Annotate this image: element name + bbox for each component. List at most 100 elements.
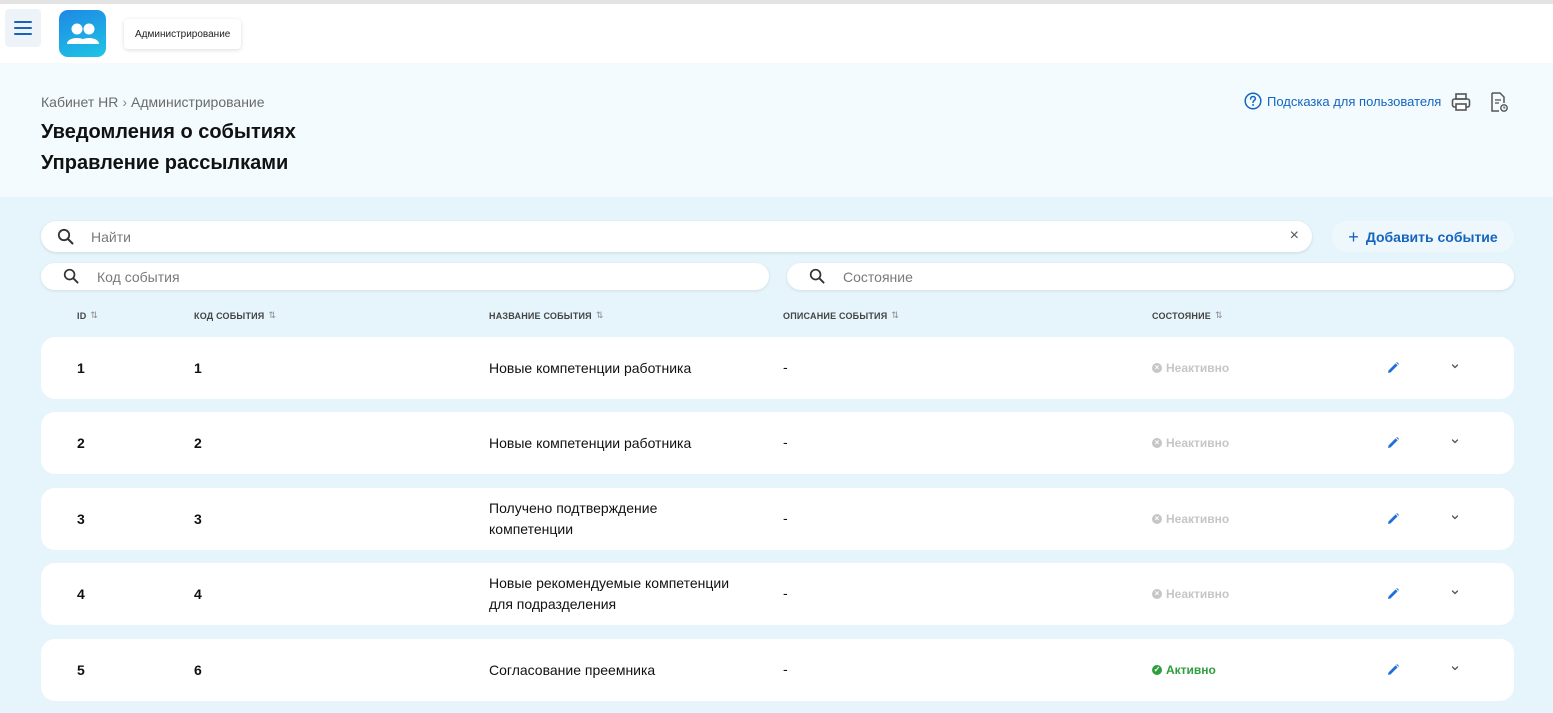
status-label: Неактивно: [1166, 361, 1230, 375]
sort-icon: ⇅: [891, 310, 900, 320]
row-event-name-line: Получено подтверждение: [489, 500, 658, 516]
row-id: 3: [77, 511, 85, 527]
column-header-label: ID: [77, 310, 87, 321]
sort-icon: ⇅: [90, 310, 99, 320]
status-label: Неактивно: [1166, 512, 1230, 526]
row-id: 1: [77, 360, 85, 376]
status-label: Активно: [1166, 663, 1216, 677]
edit-pencil-icon[interactable]: [1386, 512, 1400, 526]
search-icon: [809, 268, 825, 284]
cross-circle-icon: ×: [1152, 514, 1162, 524]
row-event-name-line: для подразделения: [489, 596, 617, 612]
chevron-down-icon[interactable]: [1449, 435, 1461, 447]
check-circle-icon: ✓: [1152, 665, 1162, 675]
search-icon: [63, 268, 79, 284]
page-subtitle: Управление рассылками: [41, 152, 289, 174]
table-row[interactable]: 5 6 Согласование преемника - ✓ Активно: [41, 639, 1514, 701]
status-badge: ✓ Активно: [1152, 663, 1216, 677]
breadcrumb-item-administration[interactable]: Администрирование: [131, 94, 265, 110]
row-event-code: 4: [194, 586, 202, 602]
row-event-description: -: [783, 585, 788, 601]
column-header-event-name[interactable]: НАЗВАНИЕ СОБЫТИЯ ⇅: [489, 310, 604, 321]
row-event-name: Новые компетенции работника: [489, 433, 769, 454]
hamburger-menu-icon[interactable]: [5, 9, 41, 47]
question-circle-icon: [1244, 92, 1262, 110]
status-badge: × Неактивно: [1152, 587, 1229, 601]
row-event-description: -: [783, 359, 788, 375]
add-event-button[interactable]: + Добавить событие: [1332, 221, 1514, 252]
row-event-code: 2: [194, 435, 202, 451]
app-logo-users-icon[interactable]: [59, 10, 106, 57]
row-id: 5: [77, 662, 85, 678]
status-badge: × Неактивно: [1152, 361, 1229, 375]
status-badge: × Неактивно: [1152, 436, 1229, 450]
column-header-id[interactable]: ID ⇅: [77, 310, 98, 321]
chevron-down-icon[interactable]: [1449, 360, 1461, 372]
sort-icon: ⇅: [268, 310, 277, 320]
cross-circle-icon: ×: [1152, 438, 1162, 448]
edit-pencil-icon[interactable]: [1386, 436, 1400, 450]
row-event-name-line: Новые рекомендуемые компетенции: [489, 575, 730, 591]
row-event-name-line: Новые компетенции работника: [489, 360, 692, 376]
page-title: Уведомления о событиях: [41, 121, 296, 143]
breadcrumb: Кабинет HR › Администрирование: [41, 94, 265, 110]
event-code-input[interactable]: [97, 263, 697, 290]
plus-icon: +: [1348, 226, 1359, 247]
column-header-label: СОСТОЯНИЕ: [1152, 310, 1211, 321]
row-event-name-line: Новые компетенции работника: [489, 435, 692, 451]
edit-pencil-icon[interactable]: [1386, 587, 1400, 601]
state-input[interactable]: [843, 263, 1443, 290]
user-help-link[interactable]: Подсказка для пользователя: [1244, 92, 1441, 110]
breadcrumb-item-hr-cabinet[interactable]: Кабинет HR: [41, 94, 118, 110]
chevron-down-icon[interactable]: [1449, 662, 1461, 674]
state-filter: [787, 263, 1514, 290]
row-event-name-line: компетенции: [489, 521, 574, 537]
row-event-name-line: Согласование преемника: [489, 662, 656, 678]
chevron-down-icon[interactable]: [1449, 511, 1461, 523]
cross-circle-icon: ×: [1152, 363, 1162, 373]
user-help-label: Подсказка для пользователя: [1267, 93, 1442, 109]
table-row[interactable]: 4 4 Новые рекомендуемые компетенции для под…: [41, 563, 1514, 625]
edit-pencil-icon[interactable]: [1386, 361, 1400, 375]
print-icon[interactable]: [1450, 91, 1472, 113]
search-icon: [57, 228, 74, 245]
status-label: Неактивно: [1166, 436, 1230, 450]
column-header-label: НАЗВАНИЕ СОБЫТИЯ: [489, 310, 592, 321]
table-row[interactable]: 1 1 Новые компетенции работника - × Неактивно: [41, 337, 1514, 399]
sort-icon: ⇅: [595, 310, 604, 320]
row-event-name: Новые компетенции работника: [489, 358, 769, 379]
column-header-event-code[interactable]: КОД СОБЫТИЯ ⇅: [194, 310, 276, 321]
row-event-name: Получено подтверждение компетенции: [489, 498, 769, 540]
top-bar: Администрирование: [0, 0, 1553, 63]
row-event-name: Согласование преемника: [489, 660, 769, 681]
search-input[interactable]: [91, 221, 1271, 252]
row-event-description: -: [783, 434, 788, 450]
export-document-icon[interactable]: [1489, 91, 1509, 113]
search-bar: ×: [41, 221, 1312, 252]
row-event-code: 1: [194, 360, 202, 376]
page-header: Кабинет HR › Администрирование Уведомлен…: [0, 63, 1553, 197]
column-header-event-description[interactable]: ОПИСАНИЕ СОБЫТИЯ ⇅: [783, 310, 899, 321]
row-event-description: -: [783, 661, 788, 677]
row-id: 2: [77, 435, 85, 451]
chevron-down-icon[interactable]: [1449, 586, 1461, 598]
column-header-state[interactable]: СОСТОЯНИЕ ⇅: [1152, 310, 1223, 321]
app-section-chip[interactable]: Администрирование: [124, 19, 242, 49]
row-event-name: Новые рекомендуемые компетенции для подра…: [489, 573, 769, 615]
row-id: 4: [77, 586, 85, 602]
status-badge: × Неактивно: [1152, 512, 1229, 526]
breadcrumb-separator: ›: [122, 94, 128, 110]
table-row[interactable]: 3 3 Получено подтверждение компетенции - × Неа…: [41, 488, 1514, 550]
clear-search-icon[interactable]: ×: [1290, 228, 1299, 244]
edit-pencil-icon[interactable]: [1386, 663, 1400, 677]
row-event-code: 6: [194, 662, 202, 678]
sort-icon: ⇅: [1214, 310, 1223, 320]
table-row[interactable]: 2 2 Новые компетенции работника - × Неактивно: [41, 412, 1514, 474]
column-header-label: ОПИСАНИЕ СОБЫТИЯ: [783, 310, 888, 321]
event-code-filter: [41, 263, 769, 290]
status-label: Неактивно: [1166, 587, 1230, 601]
column-header-label: КОД СОБЫТИЯ: [194, 310, 265, 321]
cross-circle-icon: ×: [1152, 589, 1162, 599]
add-event-label: Добавить событие: [1365, 228, 1498, 245]
row-event-code: 3: [194, 511, 202, 527]
